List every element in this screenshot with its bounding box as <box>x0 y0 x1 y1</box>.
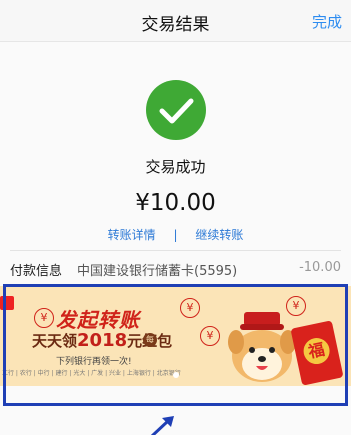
payment-value: -10.00 <box>299 260 341 275</box>
payment-info-row: 付款信息 中国建设银行储蓄卡(5595) -10.00 <box>10 260 341 280</box>
payment-card: 中国建设银行储蓄卡(5595) <box>77 264 238 279</box>
transfer-detail-link[interactable]: 转账详情 <box>108 228 156 242</box>
highlight-box <box>3 284 348 406</box>
transaction-amount: ¥10.00 <box>135 190 216 216</box>
transaction-status: 交易成功 <box>145 158 206 176</box>
done-button[interactable]: 完成 <box>312 11 342 32</box>
payment-info-label: 付款信息 <box>10 264 63 279</box>
page-title: 交易结果 <box>141 15 210 35</box>
action-links: 转账详情 | 继续转账 <box>0 226 351 243</box>
arrow-pointer-icon <box>150 416 174 435</box>
link-separator: | <box>173 228 178 242</box>
success-check-icon <box>146 80 206 140</box>
divider <box>10 250 341 251</box>
continue-transfer-link[interactable]: 继续转账 <box>195 228 243 242</box>
navigation-bar: 交易结果 完成 <box>0 0 351 42</box>
